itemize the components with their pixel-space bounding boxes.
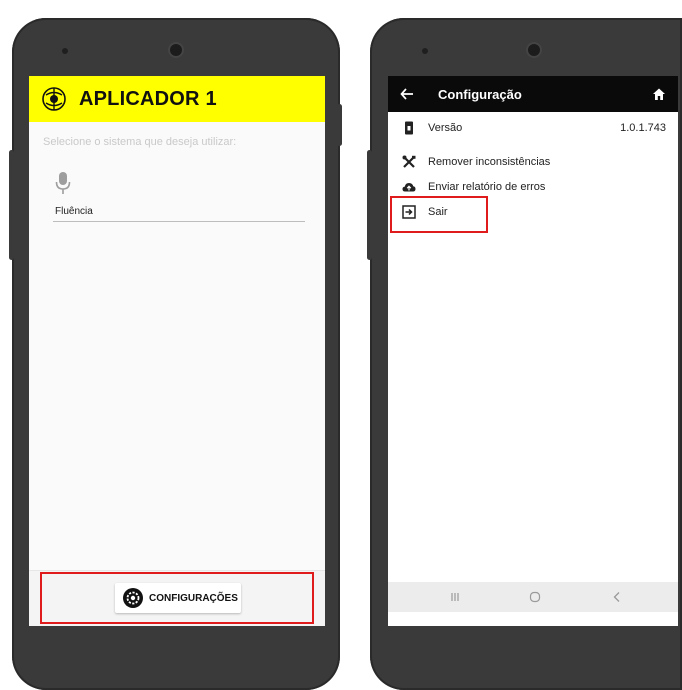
back-chevron-icon[interactable] [610,590,624,604]
left-phone-volume-button [9,150,14,260]
home-circle-icon[interactable] [528,590,542,604]
left-phone-power-button [337,104,342,146]
front-camera [528,44,540,56]
settings-row-versao: Versão 1.0.1.743 [388,118,678,138]
sair-label: Sair [428,206,448,218]
app-logo-icon [42,87,66,111]
remover-inconsistencias-label: Remover inconsistências [428,156,551,168]
config-title: Configuração [438,86,522,102]
settings-row-enviar-relatorio[interactable]: Enviar relatório de erros [388,177,678,197]
config-header: Configuração [388,76,678,112]
android-navbar [388,582,678,612]
front-camera [170,44,182,56]
versao-value: 1.0.1.743 [620,122,666,134]
system-option-fluencia[interactable]: Fluência [55,206,93,217]
configuracoes-button[interactable]: CONFIGURAÇÕES [115,583,241,613]
proximity-sensor [62,48,68,54]
versao-label: Versão [428,122,463,134]
proximity-sensor [422,48,428,54]
recent-apps-icon[interactable] [448,590,462,604]
cloud-upload-icon [402,183,416,192]
enviar-relatorio-label: Enviar relatório de erros [428,181,546,193]
option-divider [53,221,305,222]
phone-info-icon [405,121,413,135]
configuracoes-label: CONFIGURAÇÕES [149,592,238,604]
gear-icon [123,588,143,608]
settings-row-remover-inconsistencias[interactable]: Remover inconsistências [388,152,678,172]
back-arrow-icon[interactable] [400,87,414,101]
app-title: APLICADOR 1 [79,87,217,110]
right-screen: Configuração Versão 1.0.1.743 Remover in… [388,76,678,626]
home-icon[interactable] [652,87,666,101]
app-header: APLICADOR 1 [29,76,325,122]
tools-icon [402,155,416,168]
exit-icon [402,205,416,219]
footer-bar: CONFIGURAÇÕES [29,570,325,626]
right-phone-volume-button [367,150,372,260]
microphone-icon[interactable] [55,171,71,195]
left-screen: APLICADOR 1 Selecione o sistema que dese… [29,76,325,626]
system-prompt: Selecione o sistema que deseja utilizar: [43,136,237,148]
settings-row-sair[interactable]: Sair [388,202,678,222]
